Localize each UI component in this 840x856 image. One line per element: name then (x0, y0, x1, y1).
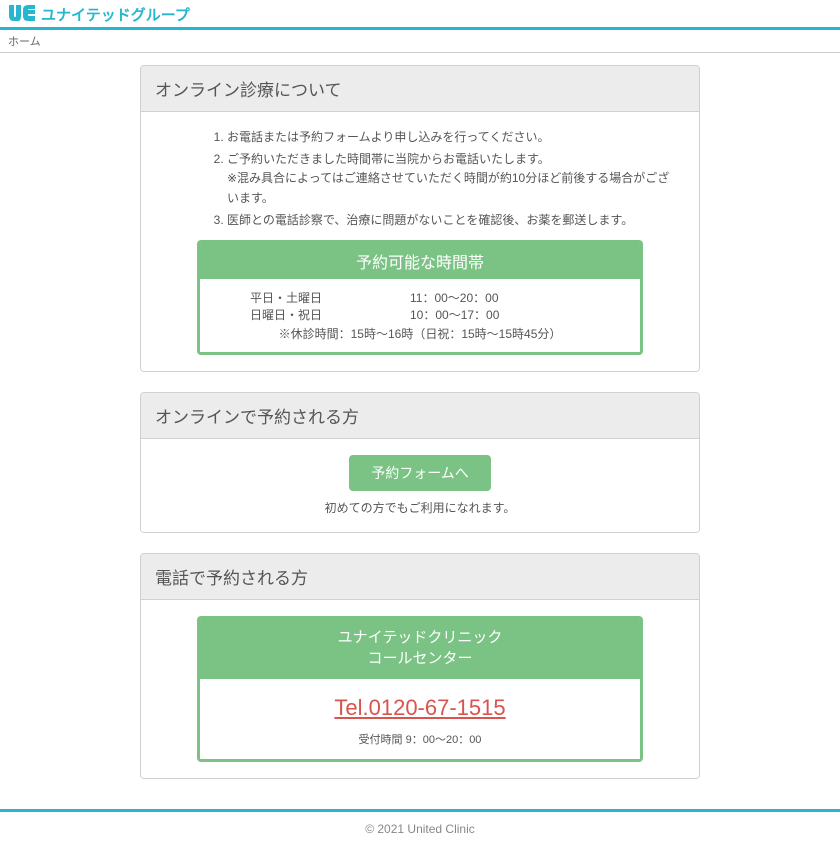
schedule-row-label: 平日・土曜日 (220, 289, 410, 306)
card-about-online: オンライン診療について お電話または予約フォームより申し込みを行ってください。 … (140, 65, 700, 372)
step-item: ご予約いただきました時間帯に当院からお電話いたします。 ※混み具合によってはご連… (227, 150, 673, 208)
phone-link[interactable]: Tel.0120-67-1515 (334, 695, 505, 720)
call-center-box: ユナイテッドクリニック コールセンター Tel.0120-67-1515 受付時… (197, 616, 643, 762)
footer-copyright: © 2021 United Clinic (0, 812, 840, 856)
breadcrumb-home[interactable]: ホーム (8, 36, 41, 48)
schedule-title: 予約可能な時間帯 (200, 243, 640, 279)
card-title: 電話で予約される方 (141, 554, 699, 600)
phone-hours: 受付時間 9：00～20：00 (210, 731, 630, 747)
brand-logo[interactable]: ユナイテッドグループ (8, 4, 190, 25)
header-bar: ユナイテッドグループ (0, 0, 840, 27)
schedule-closed-note: ※休診時間：15時～16時（日祝：15時～15時45分） (220, 325, 620, 342)
card-title: オンラインで予約される方 (141, 393, 699, 439)
card-phone-reserve: 電話で予約される方 ユナイテッドクリニック コールセンター Tel.0120-6… (140, 553, 700, 779)
card-online-reserve: オンラインで予約される方 予約フォームへ 初めての方でもご利用になれます。 (140, 392, 700, 533)
brand-name: ユナイテッドグループ (41, 4, 190, 25)
call-center-title: ユナイテッドクリニック コールセンター (200, 619, 640, 679)
logo-icon (8, 4, 36, 25)
step-item: 医師との電話診察で、治療に問題がないことを確認後、お薬を郵送します。 (227, 211, 673, 230)
reserve-subtext: 初めての方でもご利用になれます。 (157, 499, 683, 516)
schedule-row-label: 日曜日・祝日 (220, 306, 410, 323)
schedule-box: 予約可能な時間帯 平日・土曜日 11：00～20：00 日曜日・祝日 10：00… (197, 240, 643, 355)
step-item: お電話または予約フォームより申し込みを行ってください。 (227, 128, 673, 147)
schedule-row-value: 10：00～17：00 (410, 306, 499, 323)
steps-list: お電話または予約フォームより申し込みを行ってください。 ご予約いただきました時間… (157, 128, 683, 230)
card-title: オンライン診療について (141, 66, 699, 112)
breadcrumb: ホーム (0, 30, 840, 53)
schedule-row-value: 11：00～20：00 (410, 289, 499, 306)
reserve-form-button[interactable]: 予約フォームへ (349, 455, 491, 491)
step-note: ※混み具合によってはご連絡させていただく時間が約10分ほど前後する場合がございま… (227, 171, 669, 204)
